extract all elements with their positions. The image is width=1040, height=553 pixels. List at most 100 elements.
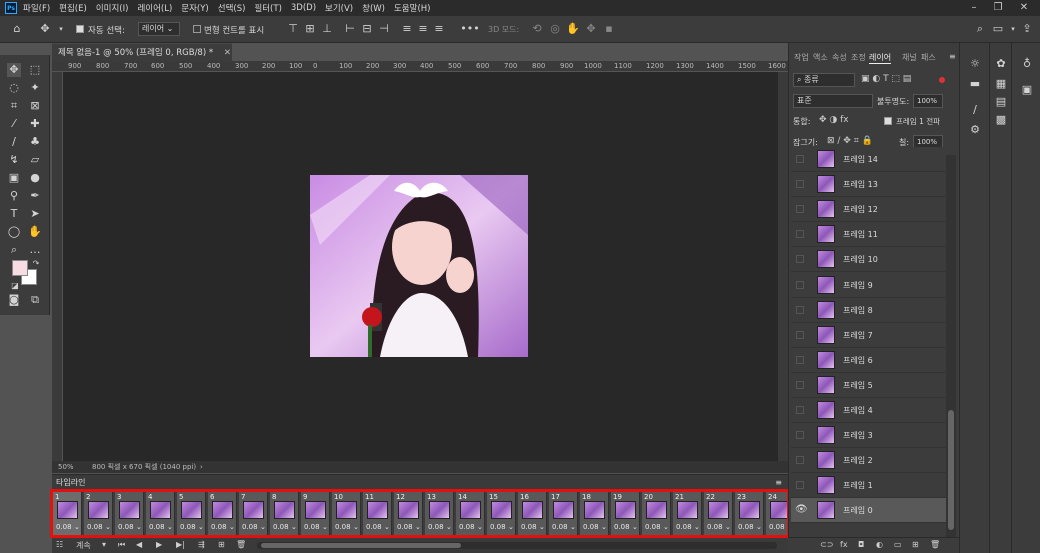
swap-colors-icon[interactable]: ↷: [29, 257, 43, 271]
menu-filter[interactable]: 필터(T): [254, 2, 281, 14]
tab-history[interactable]: 작업: [794, 52, 809, 63]
3d-pan-icon[interactable]: ✋: [566, 22, 580, 36]
pen-tool-icon[interactable]: ✒: [28, 189, 42, 203]
align-left-icon[interactable]: ⊢: [343, 22, 357, 36]
new-layer-icon[interactable]: ⊞: [912, 540, 919, 549]
layer-mask-icon[interactable]: ◘: [858, 540, 864, 549]
next-frame-icon[interactable]: ▶|: [176, 540, 185, 549]
auto-select-checkbox[interactable]: [76, 25, 84, 33]
shape-tool-icon[interactable]: ◯: [7, 225, 21, 239]
more-options-icon[interactable]: •••: [460, 22, 480, 36]
visibility-toggle[interactable]: [796, 355, 804, 364]
screen-mode-icon[interactable]: ⧉: [28, 293, 42, 307]
layer-filter-dropdown[interactable]: ⌕ 종류: [793, 73, 855, 87]
tab-actions[interactable]: 액소: [813, 52, 828, 63]
eyedropper-tool-icon[interactable]: ⁄: [7, 117, 21, 131]
timeline-scrollbar[interactable]: [257, 542, 777, 549]
fx-icon[interactable]: fx: [840, 540, 848, 549]
layer-row[interactable]: 프레임 4: [791, 398, 946, 423]
layer-row[interactable]: 프레임 3: [791, 423, 946, 449]
layer-row[interactable]: 프레임 2: [791, 448, 946, 474]
visibility-toggle[interactable]: [796, 456, 804, 465]
frame-tool-icon[interactable]: ⊠: [28, 99, 42, 113]
layer-name[interactable]: 프레임 13: [843, 179, 878, 190]
group-icon[interactable]: ▭: [894, 540, 902, 549]
lasso-tool-icon[interactable]: ◌: [7, 81, 21, 95]
menu-edit[interactable]: 편집(E): [59, 2, 87, 14]
align-hcenter-icon[interactable]: ⊟: [360, 22, 374, 36]
menu-help[interactable]: 도움말(H): [394, 2, 430, 14]
distribute-top-icon[interactable]: ≡: [400, 22, 414, 36]
layer-row[interactable]: 프레임 10: [791, 247, 946, 273]
layer-name[interactable]: 프레임 9: [843, 280, 873, 291]
layer-row[interactable]: 프레임 13: [791, 172, 946, 198]
brush-icon[interactable]: ∕: [968, 103, 982, 117]
document-tab[interactable]: 제목 없음-1 @ 50% (프레임 0, RGB/8) * ✕: [52, 43, 232, 61]
canvas-vertical-scrollbar[interactable]: [778, 72, 788, 461]
move-tool-icon[interactable]: ✥: [38, 22, 52, 36]
visibility-toggle[interactable]: [796, 380, 804, 389]
visibility-toggle[interactable]: [796, 230, 804, 239]
visibility-toggle[interactable]: [796, 155, 804, 163]
distribute-bottom-icon[interactable]: ≡: [432, 22, 446, 36]
layer-row[interactable]: 프레임 8: [791, 297, 946, 323]
visibility-toggle[interactable]: [796, 280, 804, 289]
layer-row[interactable]: 프레임 14: [791, 147, 946, 172]
tool-presets-icon[interactable]: ⚙: [968, 123, 982, 137]
link-layers-icon[interactable]: ⊂⊃: [820, 540, 833, 549]
align-right-icon[interactable]: ⊣: [377, 22, 391, 36]
tab-layers[interactable]: 레이어: [869, 52, 892, 64]
clone-stamp-tool-icon[interactable]: ♣: [28, 135, 42, 149]
menu-view[interactable]: 보기(V): [325, 2, 353, 14]
menu-type[interactable]: 문자(Y): [181, 2, 208, 14]
transform-controls-checkbox[interactable]: [193, 25, 201, 33]
first-frame-icon[interactable]: ⏮: [118, 540, 125, 550]
libraries-icon[interactable]: ▣: [1020, 83, 1034, 97]
history-brush-tool-icon[interactable]: ↯: [7, 153, 21, 167]
layer-name[interactable]: 프레임 2: [843, 455, 873, 466]
auto-select-dropdown[interactable]: 레이어 ⌄: [138, 22, 180, 36]
layer-row[interactable]: 프레임 5: [791, 372, 946, 398]
marquee-tool-icon[interactable]: ⬚: [28, 63, 42, 77]
chevron-down-icon[interactable]: ▾: [1006, 22, 1020, 36]
align-bottom-icon[interactable]: ⊥: [320, 22, 334, 36]
crop-tool-icon[interactable]: ⌗: [7, 99, 21, 113]
align-top-icon[interactable]: ⊤: [286, 22, 300, 36]
zoom-level[interactable]: 50%: [58, 461, 74, 473]
duplicate-frame-icon[interactable]: ⊞: [218, 540, 225, 549]
visibility-toggle[interactable]: [796, 406, 804, 414]
play-icon[interactable]: ▶: [156, 540, 162, 549]
blur-tool-icon[interactable]: ●: [28, 171, 42, 185]
layer-row[interactable]: 👁 프레임 0: [791, 498, 946, 524]
maximize-icon[interactable]: ❐: [986, 0, 1010, 16]
visibility-toggle[interactable]: [796, 205, 804, 214]
brush-settings-icon[interactable]: ▬: [968, 77, 982, 91]
menu-select[interactable]: 선택(S): [218, 2, 246, 14]
layer-name[interactable]: 프레임 11: [843, 229, 878, 240]
tab-properties[interactable]: 속성: [832, 52, 847, 63]
tab-channels[interactable]: 채널: [902, 52, 917, 63]
lock-icons[interactable]: ⊠ ∕ ✥ ⌗ 🔒: [827, 136, 873, 146]
minimize-icon[interactable]: –: [962, 0, 986, 16]
patterns-icon[interactable]: ▩: [994, 113, 1008, 127]
delete-frame-icon[interactable]: 🗑: [236, 540, 246, 549]
search-icon[interactable]: ⌕: [973, 22, 987, 36]
type-tool-icon[interactable]: T: [7, 207, 21, 221]
learn-icon[interactable]: ♁: [1020, 57, 1034, 71]
layer-row[interactable]: 프레임 11: [791, 222, 946, 248]
path-selection-tool-icon[interactable]: ➤: [28, 207, 42, 221]
panel-menu-icon[interactable]: ≡: [949, 52, 956, 61]
menu-layer[interactable]: 레이어(L): [137, 2, 172, 14]
3d-scale-icon[interactable]: ▪: [602, 22, 616, 36]
tab-paths[interactable]: 패스: [921, 52, 936, 63]
adjustment-layer-icon[interactable]: ◐: [876, 540, 883, 549]
layer-row[interactable]: 프레임 6: [791, 347, 946, 373]
layer-name[interactable]: 프레임 0: [843, 505, 873, 516]
close-icon[interactable]: ✕: [1012, 0, 1036, 16]
document-info[interactable]: 800 픽셀 x 670 픽셀 (1040 ppi): [92, 461, 196, 473]
layer-row[interactable]: 프레임 12: [791, 197, 946, 223]
menu-window[interactable]: 창(W): [362, 2, 385, 14]
layer-name[interactable]: 프레임 6: [843, 355, 873, 366]
workspace-icon[interactable]: ▭: [991, 22, 1005, 36]
loop-dropdown[interactable]: 계속: [76, 540, 91, 551]
